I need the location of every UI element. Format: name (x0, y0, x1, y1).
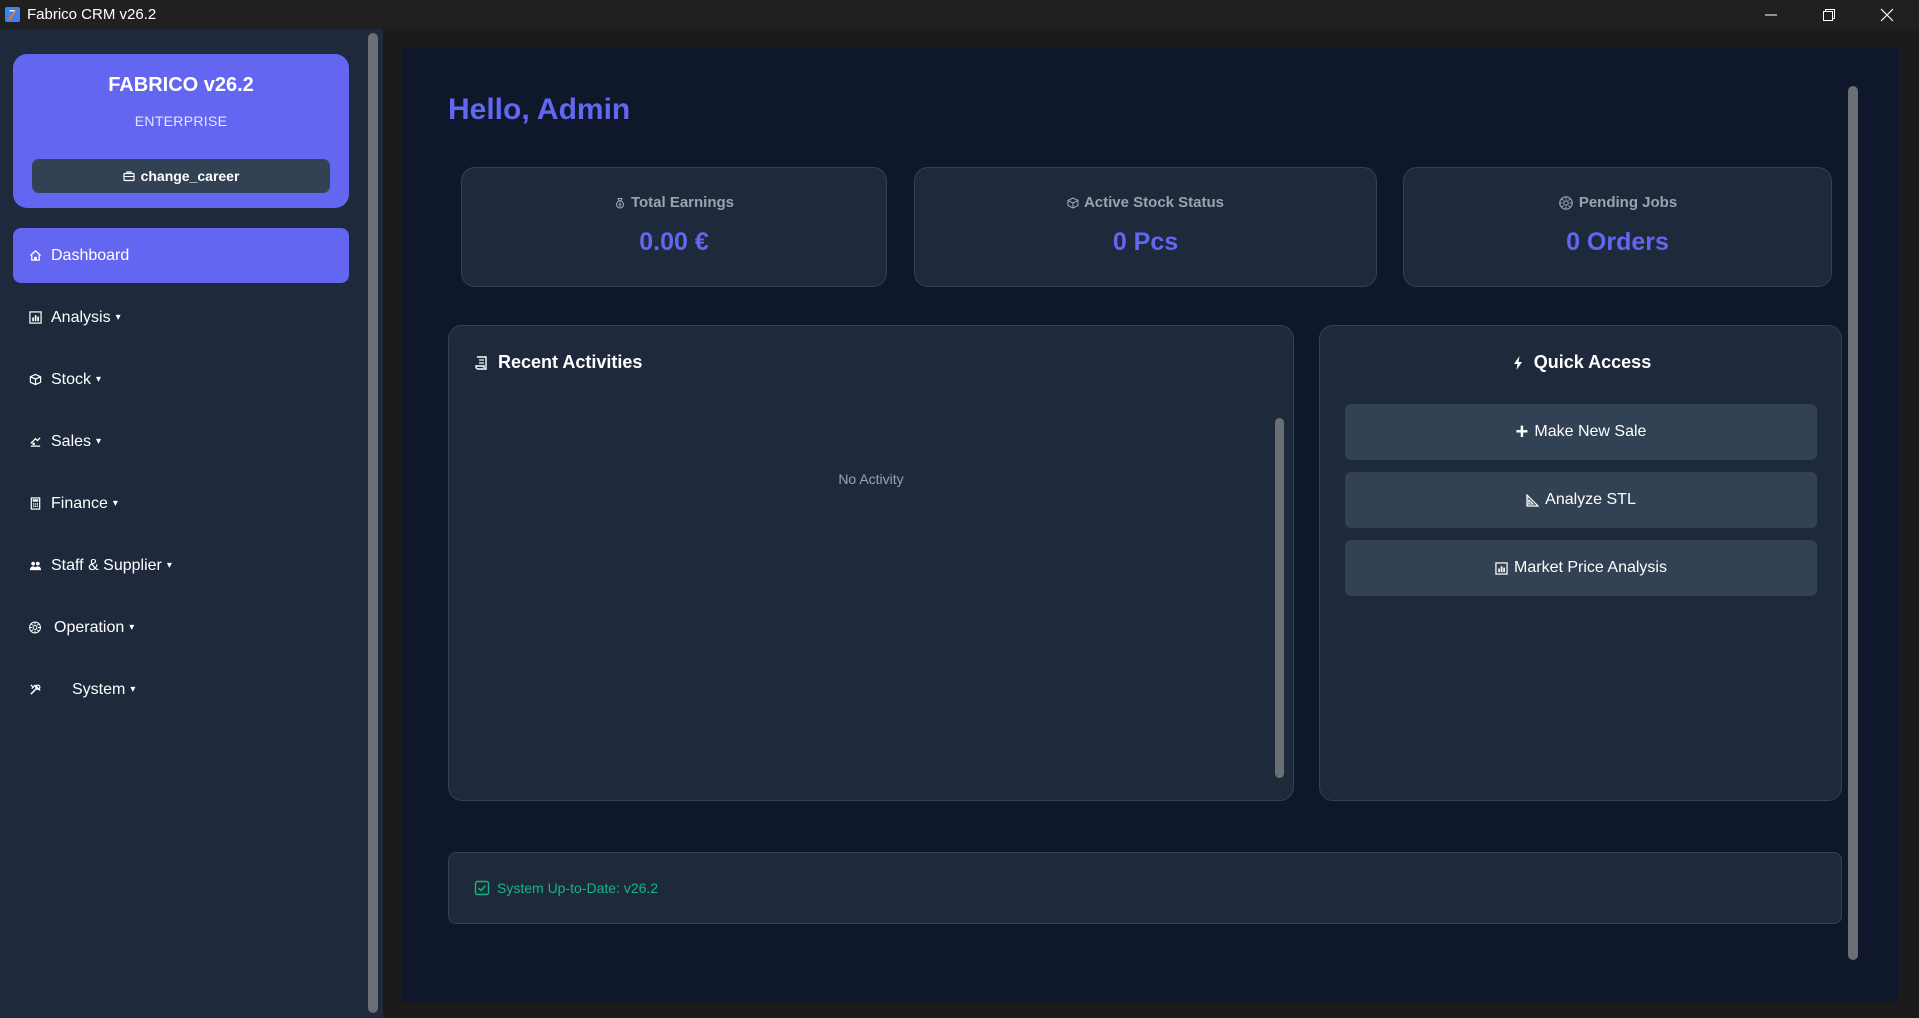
sidebar-item-label: Dashboard (51, 246, 130, 264)
sidebar-item-stock[interactable]: Stock ▾ (13, 352, 349, 407)
home-icon (28, 249, 42, 263)
quick-access-title: Quick Access (1533, 352, 1652, 372)
analyze-stl-button[interactable]: Analyze STL (1345, 472, 1817, 528)
sidebar-item-finance[interactable]: Finance ▾ (13, 476, 349, 531)
button-label: Analyze STL (1545, 491, 1636, 508)
sidebar-item-analysis[interactable]: Analysis ▾ (13, 290, 349, 345)
recent-activities-title-wrap: Recent Activities (474, 352, 642, 373)
system-status-text: System Up-to-Date: v26.2 (497, 880, 659, 896)
gear-icon (28, 621, 42, 635)
brand-title: FABRICO v26.2 (108, 74, 254, 96)
page-title: Hello, Admin (448, 93, 631, 126)
restore-icon (1823, 8, 1835, 21)
sidebar-item-label: Operation (54, 618, 125, 636)
button-label: Market Price Analysis (1514, 559, 1667, 576)
sidebar-item-label: Finance (51, 494, 108, 512)
users-icon (28, 559, 42, 573)
minimize-button[interactable] (1742, 0, 1800, 29)
chevron-down-icon: ▾ (112, 498, 118, 509)
box-icon (28, 373, 42, 387)
sidebar-item-operation[interactable]: Operation ▾ (13, 600, 349, 655)
change-career-label: change_career (140, 168, 240, 184)
sidebar-item-label: System (72, 680, 126, 698)
empty-state-text: No Activity (838, 471, 904, 487)
quick-access-title-wrap: Quick Access (1320, 352, 1841, 373)
chevron-down-icon: ▾ (96, 436, 102, 447)
chevron-down-icon: ▾ (166, 560, 172, 571)
chevron-down-icon: ▾ (130, 684, 136, 695)
window-titlebar: Fabrico CRM v26.2 (0, 0, 1919, 29)
triangle-ruler-icon (1526, 493, 1540, 507)
briefcase-icon (122, 171, 135, 182)
recent-activities-title: Recent Activities (498, 352, 643, 372)
sidebar-item-label: Sales (51, 432, 92, 450)
sidebar-item-system[interactable]: System ▾ (13, 662, 349, 717)
stat-label-wrap: $ Total Earnings (462, 194, 886, 211)
sidebar: FABRICO v26.2 ENTERPRISE change_career D… (0, 29, 366, 1018)
system-status-bar: System Up-to-Date: v26.2 (448, 852, 1842, 924)
plus-icon: + (1515, 419, 1529, 444)
sidebar-scrollbar[interactable] (368, 33, 378, 1013)
money-bag-icon: $ (615, 197, 625, 209)
restore-button[interactable] (1800, 0, 1858, 29)
sales-icon (28, 435, 42, 449)
chevron-down-icon: ▾ (129, 622, 135, 633)
lightning-icon (1513, 355, 1522, 370)
box-icon (1067, 196, 1079, 209)
stat-value: 0 Pcs (1112, 228, 1179, 256)
bar-chart-icon (1495, 561, 1508, 575)
minimize-icon (1765, 14, 1777, 15)
tools-icon (28, 683, 42, 697)
brand-subtitle: ENTERPRISE (134, 113, 228, 129)
sidebar-item-label: Stock (51, 370, 92, 388)
main-scrollbar[interactable] (1848, 86, 1858, 960)
stat-label: Total Earnings (630, 194, 735, 211)
window-title: Fabrico CRM v26.2 (27, 6, 157, 23)
fabrico-logo-icon (5, 7, 20, 22)
recent-activities-panel: Recent Activities No Activity (448, 325, 1294, 801)
button-label: Make New Sale (1534, 423, 1647, 440)
gear-icon (1559, 195, 1573, 210)
activities-scrollbar[interactable] (1275, 418, 1284, 778)
stat-label-wrap: Active Stock Status (915, 194, 1376, 211)
chevron-down-icon: ▾ (96, 374, 102, 385)
finance-icon (28, 497, 42, 511)
sidebar-item-label: Analysis (51, 308, 111, 326)
sidebar-item-sales[interactable]: Sales ▾ (13, 414, 349, 469)
brand-card: FABRICO v26.2 ENTERPRISE change_career (13, 54, 349, 208)
sidebar-item-dashboard[interactable]: Dashboard (13, 228, 349, 283)
market-price-analysis-button[interactable]: Market Price Analysis (1345, 540, 1817, 596)
close-button[interactable] (1858, 0, 1916, 29)
svg-text:$: $ (618, 202, 622, 208)
stat-label: Pending Jobs (1578, 194, 1678, 211)
scroll-icon (475, 355, 487, 370)
make-new-sale-button[interactable]: + Make New Sale (1345, 404, 1817, 460)
stat-label: Active Stock Status (1083, 194, 1225, 211)
stat-card-total-earnings: $ Total Earnings 0.00 € (461, 167, 887, 287)
close-icon (1880, 8, 1894, 21)
check-box-icon (474, 880, 490, 896)
bar-chart-icon (28, 311, 42, 325)
stat-label-wrap: Pending Jobs (1404, 194, 1831, 211)
change-career-button[interactable]: change_career (32, 159, 330, 193)
stat-card-pending-jobs: Pending Jobs 0 Orders (1403, 167, 1832, 287)
stat-card-active-stock: Active Stock Status 0 Pcs (914, 167, 1377, 287)
stat-value: 0 Orders (1566, 228, 1669, 256)
chevron-down-icon: ▾ (115, 312, 121, 323)
quick-access-panel: Quick Access + Make New Sale Analyze STL… (1319, 325, 1842, 801)
stat-value: 0.00 € (639, 228, 709, 256)
sidebar-item-label: Staff & Supplier (51, 556, 162, 574)
sidebar-item-staff-supplier[interactable]: Staff & Supplier ▾ (13, 538, 349, 593)
main-content: Hello, Admin $ Total Earnings 0.00 € Act… (402, 48, 1899, 1002)
